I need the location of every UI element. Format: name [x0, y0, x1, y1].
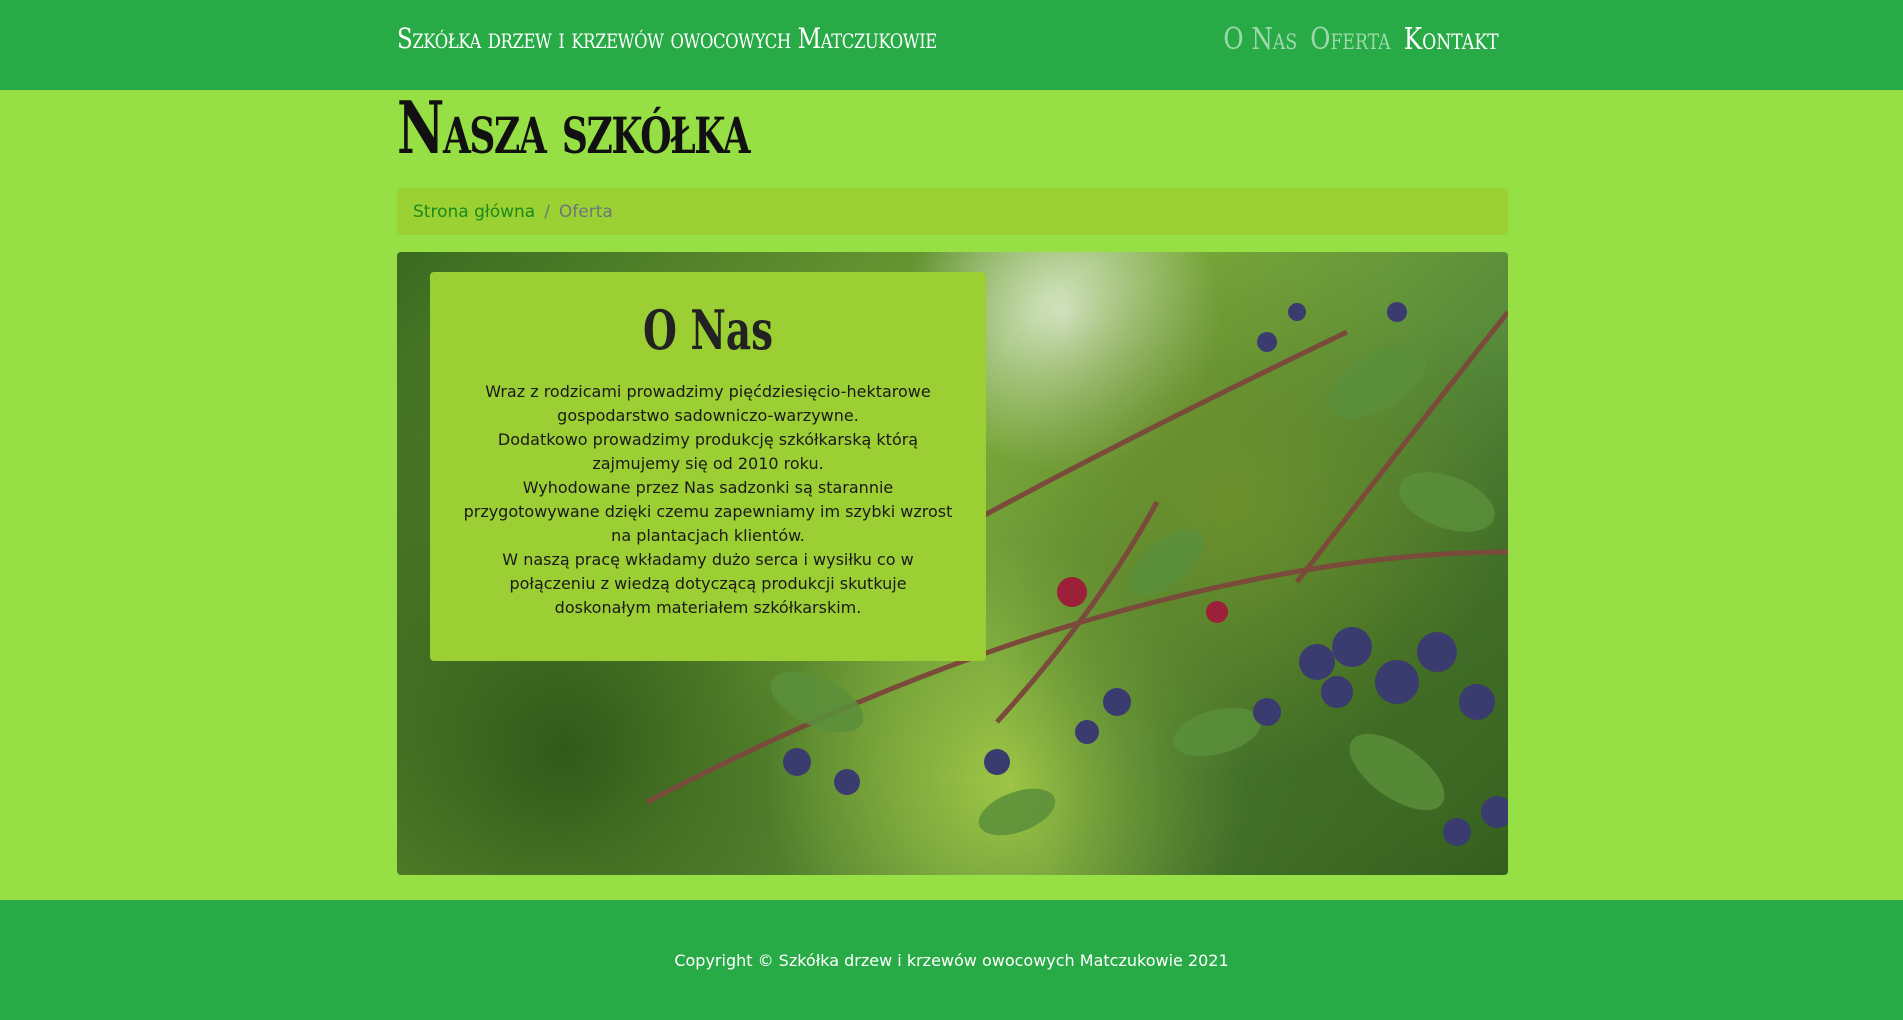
about-text: Wraz z rodzicami prowadzimy pięćdziesięc…: [460, 380, 956, 620]
about-title: O Nas: [642, 298, 774, 362]
breadcrumb: Strona główna / Oferta: [397, 188, 1508, 235]
navbar: Szkółka drzew i krzewów owocowych Matczu…: [0, 0, 1903, 90]
about-paragraph: Dodatkowo prowadzimy produkcję szkółkars…: [497, 430, 919, 473]
about-card: O Nas Wraz z rodzicami prowadzimy pięćdz…: [430, 272, 986, 661]
nav-link-oferta[interactable]: Oferta: [1311, 22, 1391, 57]
main-nav: O Nas Oferta Kontakt: [1224, 22, 1499, 57]
nav-link-o-nas[interactable]: O Nas: [1224, 22, 1298, 57]
nav-link-kontakt[interactable]: Kontakt: [1404, 22, 1499, 57]
footer-copyright: Copyright © Szkółka drzew i krzewów owoc…: [674, 950, 1229, 970]
breadcrumb-separator: /: [544, 201, 550, 222]
page-title: Nasza szkółka: [397, 85, 751, 170]
about-paragraph: Wyhodowane przez Nas sadzonki są starann…: [463, 478, 953, 545]
footer: Copyright © Szkółka drzew i krzewów owoc…: [0, 900, 1903, 1020]
breadcrumb-current: Oferta: [558, 201, 613, 222]
about-paragraph: W naszą pracę wkładamy dużo serca i wysi…: [502, 550, 914, 617]
breadcrumb-home-link[interactable]: Strona główna: [413, 202, 535, 222]
about-paragraph: Wraz z rodzicami prowadzimy pięćdziesięc…: [485, 382, 931, 425]
brand-link[interactable]: Szkółka drzew i krzewów owocowych Matczu…: [397, 22, 937, 55]
